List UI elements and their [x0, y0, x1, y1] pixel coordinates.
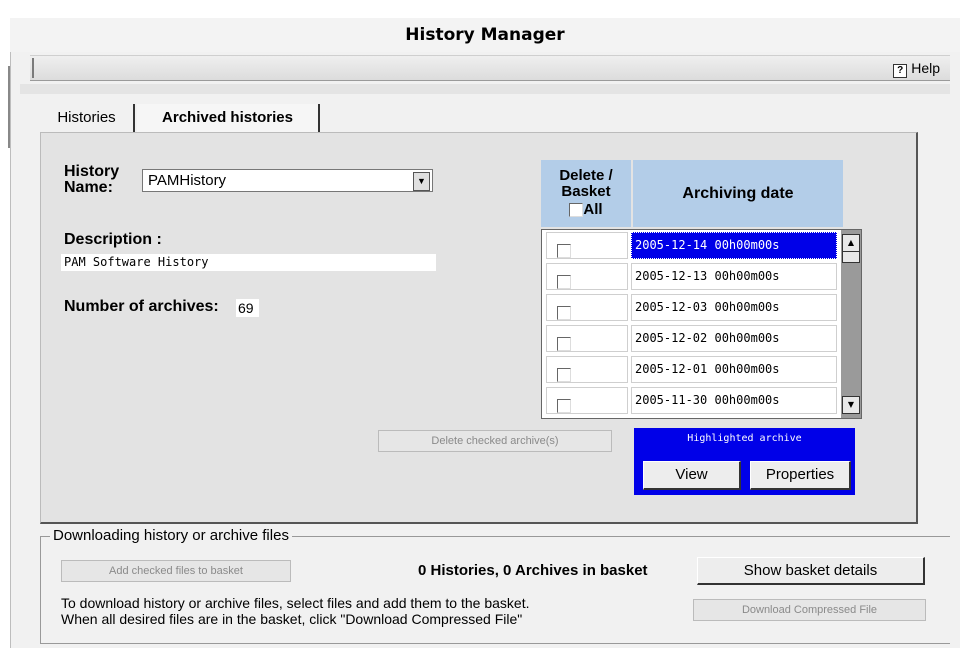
archive-row[interactable]: 2005-11-30 00h00m00s — [542, 385, 840, 414]
archive-date[interactable]: 2005-12-02 00h00m00s — [631, 325, 837, 352]
view-button[interactable]: View — [643, 461, 741, 490]
archive-checkbox[interactable] — [557, 274, 571, 289]
download-instructions: To download history or archive files, se… — [61, 595, 681, 627]
highlighted-archive-panel: Highlighted archive View Properties — [634, 428, 855, 495]
archive-checkbox[interactable] — [557, 243, 571, 258]
number-of-archives-label: Number of archives: — [64, 298, 219, 315]
archive-date[interactable]: 2005-12-01 00h00m00s — [631, 356, 837, 383]
select-all-toggle[interactable]: All — [541, 202, 631, 218]
delete-checked-button[interactable]: Delete checked archive(s) — [378, 430, 612, 452]
archive-date[interactable]: 2005-11-30 00h00m00s — [631, 387, 837, 414]
instructions-line: When all desired files are in the basket… — [61, 611, 523, 627]
properties-button[interactable]: Properties — [750, 461, 851, 490]
basket-status: 0 Histories, 0 Archives in basket — [418, 562, 648, 579]
delete-basket-header-label: Delete / Basket — [559, 167, 613, 200]
download-compressed-button[interactable]: Download Compressed File — [693, 599, 926, 621]
archiving-date-header: Archiving date — [633, 160, 843, 227]
help-icon: ? — [893, 64, 908, 78]
download-section — [40, 536, 950, 644]
archive-checkbox-cell — [546, 356, 628, 383]
toolbar-shadow — [20, 84, 950, 94]
archive-date[interactable]: 2005-12-13 00h00m00s — [631, 263, 837, 290]
archive-row[interactable]: 2005-12-14 00h00m00s — [542, 230, 840, 259]
archive-row[interactable]: 2005-12-13 00h00m00s — [542, 261, 840, 290]
archive-date[interactable]: 2005-12-14 00h00m00s — [631, 232, 837, 259]
highlighted-archive-title: Highlighted archive — [687, 433, 802, 444]
archive-checkbox[interactable] — [557, 336, 571, 351]
history-name-value: PAMHistory — [148, 172, 227, 189]
toolbar: ? Help — [30, 55, 950, 81]
scroll-up-icon[interactable]: ▲ — [842, 234, 860, 252]
help-label: Help — [911, 60, 940, 76]
help-button[interactable]: ? Help — [893, 60, 940, 78]
download-section-legend: Downloading history or archive files — [50, 527, 292, 545]
scroll-down-icon[interactable]: ▼ — [842, 396, 860, 414]
select-all-label: All — [583, 201, 603, 218]
number-of-archives-value: 69 — [236, 299, 259, 317]
archive-row[interactable]: 2005-12-03 00h00m00s — [542, 292, 840, 321]
window-title: History Manager — [10, 18, 960, 52]
show-basket-details-button[interactable]: Show basket details — [697, 557, 925, 585]
toolbar-grip — [32, 58, 34, 78]
window-edge — [8, 66, 10, 148]
history-name-label: History Name: — [64, 163, 120, 196]
archive-row[interactable]: 2005-12-01 00h00m00s — [542, 354, 840, 383]
archive-checkbox[interactable] — [557, 305, 571, 320]
archive-checkbox[interactable] — [557, 398, 571, 413]
archive-checkbox[interactable] — [557, 367, 571, 382]
archive-checkbox-cell — [546, 263, 628, 290]
delete-basket-header: Delete / Basket All — [541, 160, 631, 227]
archive-checkbox-cell — [546, 232, 628, 259]
add-to-basket-button[interactable]: Add checked files to basket — [61, 560, 291, 582]
history-name-select[interactable]: PAMHistory ▼ — [142, 169, 433, 192]
archive-date[interactable]: 2005-12-03 00h00m00s — [631, 294, 837, 321]
archive-checkbox-cell — [546, 325, 628, 352]
instructions-line: To download history or archive files, se… — [61, 595, 530, 611]
tab-archived-histories[interactable]: Archived histories — [137, 104, 320, 132]
select-all-checkbox[interactable] — [569, 203, 584, 218]
tab-histories[interactable]: Histories — [40, 104, 135, 132]
archive-list: 2005-12-14 00h00m00s 2005-12-13 00h00m00… — [541, 229, 862, 419]
archive-checkbox-cell — [546, 294, 628, 321]
archive-list-scrollbar[interactable]: ▲ ▼ — [841, 230, 861, 418]
archive-row[interactable]: 2005-12-02 00h00m00s — [542, 323, 840, 352]
description-value: PAM Software History — [61, 254, 436, 271]
chevron-down-icon[interactable]: ▼ — [413, 172, 430, 191]
description-label: Description : — [64, 231, 162, 248]
scroll-thumb[interactable] — [842, 251, 860, 263]
archive-checkbox-cell — [546, 387, 628, 414]
